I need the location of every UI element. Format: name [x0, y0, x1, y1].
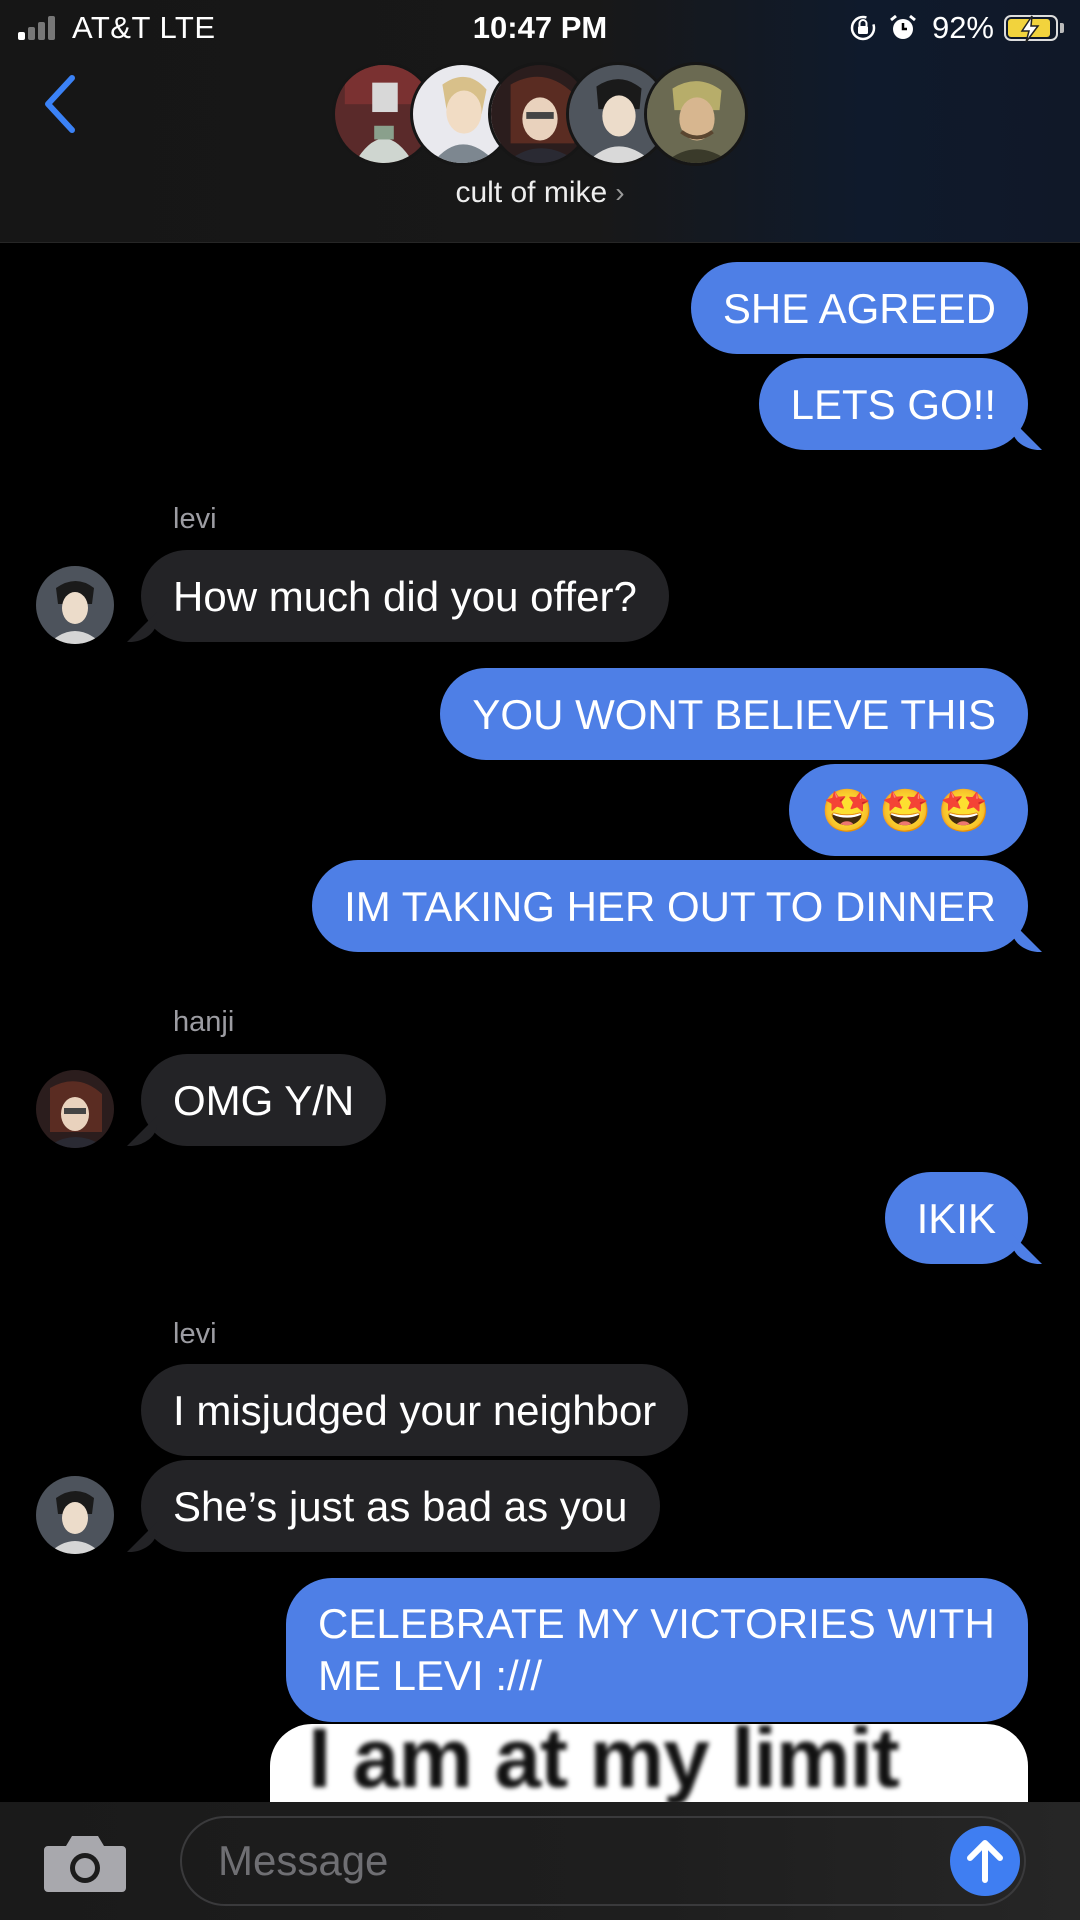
message-bubble[interactable]: CELEBRATE MY VICTORIES WITH ME LEVI :///	[286, 1578, 1028, 1722]
arrow-up-icon	[967, 1840, 1003, 1883]
camera-icon[interactable]	[42, 1830, 128, 1896]
group-name-button[interactable]: cult of mike ›	[0, 176, 1080, 210]
battery-percent: 92%	[931, 10, 994, 45]
group-avatars[interactable]	[332, 62, 752, 166]
message-input[interactable]	[180, 1816, 1026, 1906]
status-bar: AT&T LTE 10:47 PM 92%	[0, 0, 1080, 56]
sender-name: hanji	[173, 1006, 235, 1038]
status-right-group: 92%	[848, 8, 1064, 48]
message-bubble[interactable]: OMG Y/N	[141, 1054, 387, 1146]
message-bubble[interactable]: I misjudged your neighbor	[141, 1364, 689, 1456]
message-bubble[interactable]: LETS GO!!	[758, 358, 1028, 450]
back-button[interactable]	[38, 72, 82, 136]
battery-cap	[1060, 23, 1064, 33]
chevron-right-icon: ›	[615, 177, 625, 208]
image-caption-text: I am at my limit	[308, 1724, 900, 1804]
send-button[interactable]	[950, 1826, 1020, 1896]
message-bubble[interactable]: YOU WONT BELIEVE THIS	[440, 668, 1028, 760]
sender-name: levi	[173, 503, 217, 535]
battery-charging-icon	[1004, 15, 1058, 43]
message-bubble[interactable]: How much did you offer?	[141, 550, 669, 642]
orientation-lock-icon	[850, 15, 876, 41]
conversation-header: AT&T LTE 10:47 PM 92% cult of mike ›	[0, 0, 1080, 243]
sender-name: levi	[173, 1318, 217, 1350]
image-attachment[interactable]: I am at my limit	[270, 1724, 1028, 1804]
group-name: cult of mike	[455, 176, 608, 209]
group-avatar-5	[644, 62, 748, 166]
charging-bolt-icon	[1020, 15, 1040, 43]
message-bubble[interactable]: IM TAKING HER OUT TO DINNER	[312, 860, 1028, 952]
alarm-icon	[890, 14, 916, 39]
message-bubble[interactable]: IKIK	[884, 1172, 1028, 1264]
avatar[interactable]	[36, 566, 114, 644]
message-bubble[interactable]: She’s just as bad as you	[141, 1460, 660, 1552]
message-bubble[interactable]: 🤩🤩🤩	[789, 764, 1028, 856]
avatar[interactable]	[36, 1070, 114, 1148]
compose-bar	[0, 1802, 1080, 1920]
avatar[interactable]	[36, 1476, 114, 1554]
message-bubble[interactable]: SHE AGREED	[690, 262, 1028, 354]
